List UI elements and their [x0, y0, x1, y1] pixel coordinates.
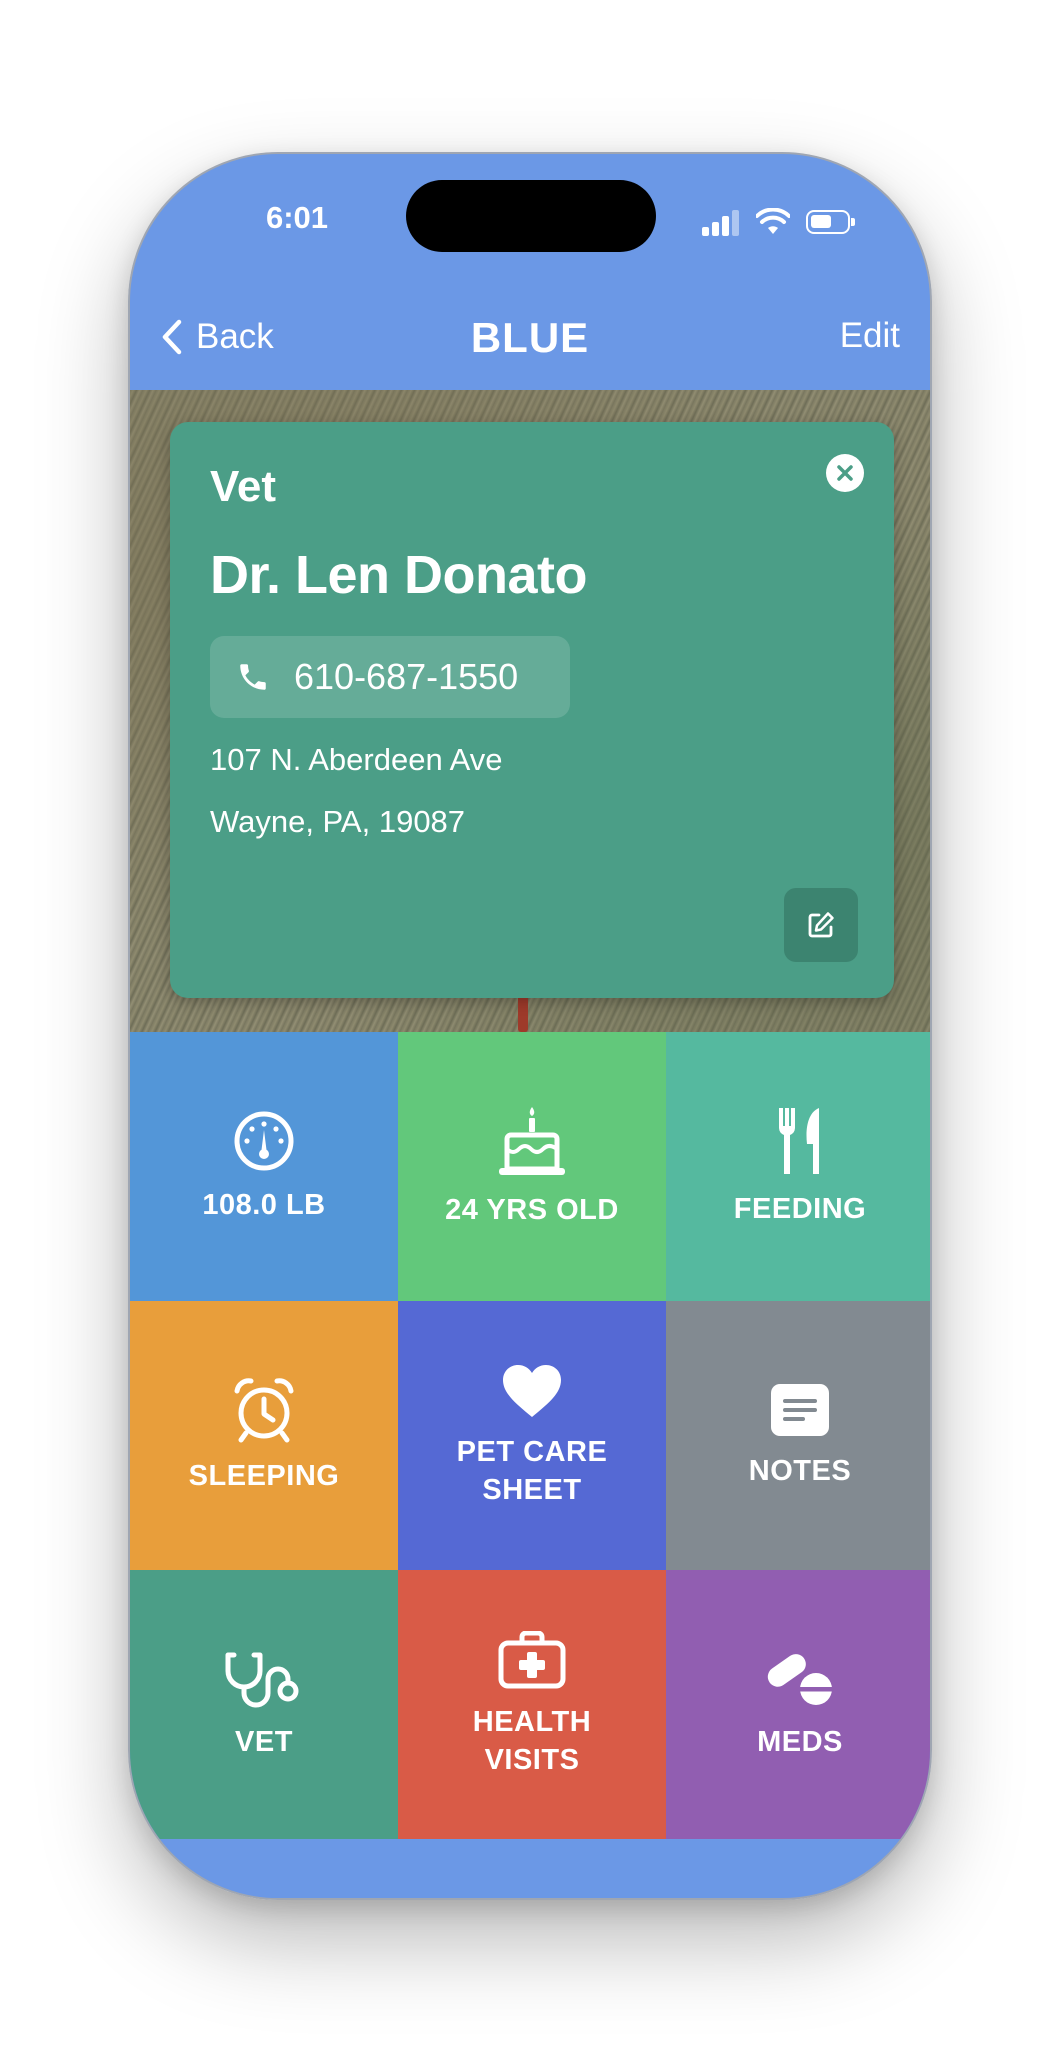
- close-icon: [837, 465, 853, 481]
- tile-meds[interactable]: MEDS: [666, 1570, 930, 1839]
- vet-address-line1: 107 N. Aberdeen Ave: [210, 742, 503, 777]
- tile-label-line1: HEALTH: [472, 1705, 592, 1738]
- tile-label: FEEDING: [733, 1192, 867, 1225]
- notes-icon: [769, 1382, 831, 1438]
- tile-label: SLEEPING: [188, 1459, 340, 1492]
- tile-label: 108.0 LB: [202, 1188, 326, 1221]
- dynamic-island: [406, 180, 656, 252]
- status-icons: [702, 206, 855, 238]
- phone-frame: 6:01 Back BLUE Edit Vet Dr. Len Donato 6…: [128, 152, 932, 1900]
- page-title: BLUE: [470, 314, 590, 361]
- tile-label: PET CARE SHEET: [457, 1433, 608, 1509]
- edit-button[interactable]: Edit: [840, 316, 900, 356]
- tile-label: 24 YRS OLD: [445, 1193, 619, 1226]
- action-grid: 108.0 LB 24 YRS OLD FEEDING SLEEPING PET…: [130, 1032, 930, 1840]
- tile-label-line2: SHEET: [482, 1473, 582, 1506]
- tile-label: VET: [235, 1725, 293, 1758]
- tile-weight[interactable]: 108.0 LB: [130, 1032, 398, 1301]
- call-phone-button[interactable]: 610-687-1550: [210, 636, 570, 718]
- navigation-bar: Back BLUE Edit: [130, 284, 930, 390]
- pills-icon: [764, 1649, 836, 1709]
- battery-icon: [806, 210, 855, 234]
- vet-address-line2: Wayne, PA, 19087: [210, 804, 466, 839]
- tile-age[interactable]: 24 YRS OLD: [398, 1032, 666, 1301]
- cellular-signal-icon: [702, 206, 742, 238]
- tile-vet[interactable]: VET: [130, 1570, 398, 1839]
- tile-health-visits[interactable]: HEALTH VISITS: [398, 1570, 666, 1839]
- phone-icon: [240, 664, 266, 690]
- close-card-button[interactable]: [826, 454, 864, 492]
- edit-vet-button[interactable]: [784, 888, 858, 962]
- tile-notes[interactable]: NOTES: [666, 1301, 930, 1570]
- card-label: Vet: [210, 462, 277, 511]
- vet-card: Vet Dr. Len Donato 610-687-1550 107 N. A…: [170, 422, 894, 998]
- wifi-icon: [756, 208, 790, 234]
- tile-label: MEDS: [757, 1725, 843, 1758]
- tile-label: NOTES: [748, 1454, 852, 1487]
- status-time: 6:01: [265, 200, 329, 235]
- stethoscope-icon: [224, 1649, 304, 1709]
- edit-icon: [808, 912, 834, 938]
- vet-name: Dr. Len Donato: [210, 545, 588, 605]
- tile-label-line2: VISITS: [484, 1743, 580, 1776]
- fork-knife-icon: [775, 1106, 825, 1176]
- alarm-clock-icon: [233, 1377, 295, 1443]
- tile-label-line1: PET CARE: [456, 1435, 608, 1468]
- medical-kit-icon: [498, 1630, 566, 1689]
- tile-sleeping[interactable]: SLEEPING: [130, 1301, 398, 1570]
- tile-label: HEALTH VISITS: [473, 1703, 591, 1779]
- tile-feeding[interactable]: FEEDING: [666, 1032, 930, 1301]
- gauge-icon: [233, 1110, 295, 1172]
- status-bar: 6:01: [130, 154, 930, 284]
- tile-pet-care-sheet[interactable]: PET CARE SHEET: [398, 1301, 666, 1570]
- vet-phone-number: 610-687-1550: [294, 656, 519, 697]
- cake-icon: [497, 1105, 567, 1177]
- heart-icon: [501, 1363, 563, 1419]
